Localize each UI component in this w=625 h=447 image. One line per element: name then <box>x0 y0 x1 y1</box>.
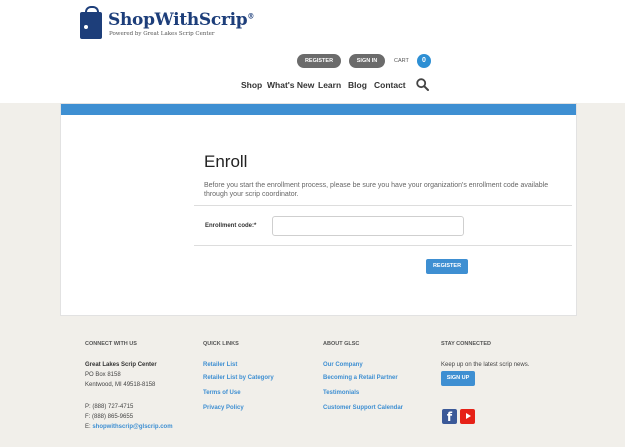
enrollment-code-input[interactable] <box>272 216 464 236</box>
footer-address-line1: PO Box 8158 <box>85 372 121 378</box>
footer-newsletter-text: Keep up on the latest scrip news. <box>441 362 530 368</box>
brand-tagline: Powered by Great Lakes Scrip Center <box>109 31 215 37</box>
enroll-card: Enroll Before you start the enrollment p… <box>60 103 577 316</box>
nav-whats-new[interactable]: What's New <box>267 80 314 90</box>
footer-fax: F: (888) 865-9655 <box>85 414 134 420</box>
footer-link-privacy-policy[interactable]: Privacy Policy <box>203 405 244 411</box>
site-logo[interactable]: ShopWithScrip® Powered by Great Lakes Sc… <box>78 6 254 48</box>
brand-reg-mark: ® <box>247 11 255 21</box>
enrollment-code-label: Enrollment code:* <box>205 223 257 229</box>
sign-in-button[interactable]: SIGN IN <box>349 54 385 68</box>
page-title: Enroll <box>204 152 248 171</box>
footer-link-support-calendar[interactable]: Customer Support Calendar <box>323 405 403 411</box>
site-header: ShopWithScrip® Powered by Great Lakes Sc… <box>0 0 625 103</box>
brand-name: ShopWithScrip <box>108 10 248 30</box>
youtube-icon[interactable] <box>460 409 475 424</box>
nav-learn[interactable]: Learn <box>318 80 341 90</box>
header-register-button[interactable]: REGISTER <box>297 54 341 68</box>
card-accent-bar <box>61 104 576 115</box>
footer-email-link[interactable]: shopwithscrip@glscrip.com <box>92 424 172 430</box>
footer-link-testimonials[interactable]: Testimonials <box>323 390 359 396</box>
shopping-bag-icon <box>80 6 102 39</box>
sign-up-button[interactable]: SIGN UP <box>441 371 475 386</box>
enroll-description: Before you start the enrollment process,… <box>204 182 549 198</box>
footer-quick-links-heading: QUICK LINKS <box>203 341 239 347</box>
footer-address-line2: Kentwood, MI 49518-8158 <box>85 382 156 388</box>
site-footer: CONNECT WITH US Great Lakes Scrip Center… <box>0 325 625 447</box>
footer-link-retail-partner[interactable]: Becoming a Retail Partner <box>323 375 398 381</box>
divider <box>194 245 572 246</box>
footer-link-retailer-list[interactable]: Retailer List <box>203 362 237 368</box>
register-button[interactable]: REGISTER <box>426 259 468 274</box>
nav-shop[interactable]: Shop <box>241 80 262 90</box>
footer-about-heading: ABOUT GLSC <box>323 341 360 347</box>
nav-blog[interactable]: Blog <box>348 80 367 90</box>
footer-connect-heading: CONNECT WITH US <box>85 341 137 347</box>
footer-stay-connected-heading: STAY CONNECTED <box>441 341 492 347</box>
footer-link-terms-of-use[interactable]: Terms of Use <box>203 390 241 396</box>
search-icon[interactable] <box>416 78 429 91</box>
footer-phone: P: (888) 727-4715 <box>85 404 134 410</box>
footer-link-our-company[interactable]: Our Company <box>323 362 363 368</box>
footer-org-name: Great Lakes Scrip Center <box>85 362 157 368</box>
divider <box>194 205 572 206</box>
facebook-icon[interactable]: f <box>442 409 457 424</box>
cart-label[interactable]: CART <box>394 58 409 64</box>
footer-link-retailer-list-by-category[interactable]: Retailer List by Category <box>203 375 274 381</box>
cart-count-badge[interactable]: 0 <box>417 54 431 68</box>
nav-contact[interactable]: Contact <box>374 80 406 90</box>
